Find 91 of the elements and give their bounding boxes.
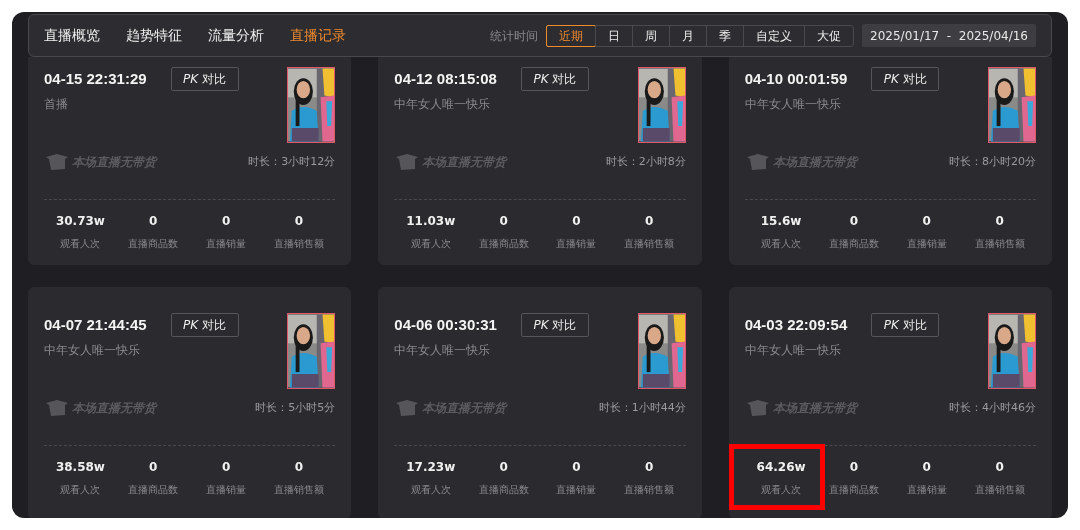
period-tab[interactable]: 近期 — [546, 24, 597, 47]
stat-value: 11.03w — [406, 213, 456, 230]
stat-value: 17.23w — [406, 459, 456, 476]
stat-value: 0 — [849, 213, 859, 230]
stat-label: 直播销售额 — [974, 237, 1025, 251]
stat-value: 0 — [922, 459, 931, 476]
duration: 时长：2小时8分 — [605, 153, 686, 170]
duration: 时长：1小时44分 — [598, 399, 686, 416]
stat-label: 观看人次 — [761, 237, 802, 251]
nav-tab[interactable]: 趋势特征 — [126, 25, 182, 46]
stat-value: 0 — [922, 213, 931, 230]
stat-value: 0 — [995, 459, 1004, 476]
date-range[interactable]: 2025/01/17 - 2025/04/16 — [862, 24, 1036, 47]
box-icon — [396, 154, 419, 170]
stat-value: 30.73w — [55, 213, 105, 230]
box-icon — [746, 400, 769, 416]
stat-label: 直播销售额 — [273, 483, 324, 497]
nav-tab[interactable]: 直播记录 — [290, 25, 346, 46]
stat-label: 直播商品数 — [128, 483, 179, 497]
stat-label: 直播销量 — [906, 237, 947, 251]
live-time: 04-12 08:15:08 — [394, 68, 497, 89]
period-tab[interactable]: 月 — [669, 25, 707, 46]
stat-value: 0 — [645, 459, 654, 476]
pk-compare-button[interactable]: PK 对比 — [520, 67, 589, 91]
period-tab[interactable]: 周 — [632, 25, 670, 46]
stat-label: 直播销量 — [206, 483, 247, 497]
box-icon — [396, 400, 419, 416]
stat-value: 0 — [572, 213, 581, 230]
period-label: 统计时间 — [490, 27, 539, 45]
period-tab[interactable]: 季 — [706, 25, 744, 46]
stat-label: 直播销售额 — [624, 237, 675, 251]
live-subtitle: 中年女人唯一快乐 — [394, 96, 492, 113]
duration: 时长：3小时12分 — [248, 153, 336, 170]
period-tab[interactable]: 自定义 — [743, 25, 805, 46]
stat-label: 直播商品数 — [478, 237, 529, 251]
duration: 时长：8小时20分 — [949, 153, 1036, 170]
live-time: 04-10 00:01:59 — [744, 68, 848, 89]
stat-value: 64.26w — [756, 459, 806, 476]
pk-compare-button[interactable]: PK 对比 — [871, 313, 940, 337]
nav-tab[interactable]: 直播概览 — [44, 25, 100, 46]
stat-label: 直播销量 — [556, 483, 597, 497]
stat-value: 0 — [294, 213, 304, 230]
box-icon — [46, 400, 68, 416]
stat-value: 0 — [572, 459, 581, 476]
live-subtitle: 中年女人唯一快乐 — [744, 96, 842, 113]
stat-label: 观看人次 — [60, 237, 101, 251]
live-subtitle: 中年女人唯一快乐 — [394, 342, 492, 359]
stat-label: 观看人次 — [410, 483, 451, 497]
live-subtitle: 首播 — [44, 96, 69, 113]
stat-value: 0 — [294, 459, 304, 476]
stat-label: 直播销量 — [906, 483, 947, 497]
period-tab[interactable]: 日 — [595, 25, 633, 46]
stat-label: 直播商品数 — [828, 237, 879, 251]
stat-label: 观看人次 — [60, 483, 101, 497]
stat-label: 直播销售额 — [624, 483, 675, 497]
nav-tab[interactable]: 流量分析 — [208, 25, 264, 46]
stat-label: 直播商品数 — [478, 483, 529, 497]
period-tab[interactable]: 大促 — [804, 25, 854, 46]
stat-value: 0 — [499, 459, 508, 476]
live-time: 04-07 21:44:45 — [44, 314, 147, 335]
duration: 时长：4小时46分 — [949, 399, 1036, 416]
stat-value: 0 — [149, 459, 158, 476]
stat-label: 观看人次 — [410, 237, 451, 251]
live-time: 04-06 00:30:31 — [394, 314, 497, 335]
stat-label: 直播销量 — [556, 237, 597, 251]
live-time: 04-03 22:09:54 — [744, 314, 848, 335]
stat-label: 直播销售额 — [273, 237, 324, 251]
live-subtitle: 中年女人唯一快乐 — [744, 342, 842, 359]
stat-label: 直播商品数 — [828, 483, 879, 497]
live-time: 04-15 22:31:29 — [44, 68, 147, 89]
box-icon — [746, 154, 769, 170]
stat-label: 直播销量 — [206, 237, 247, 251]
pk-compare-button[interactable]: PK 对比 — [871, 67, 940, 91]
stat-value: 38.58w — [55, 459, 105, 476]
pk-compare-button[interactable]: PK 对比 — [170, 67, 239, 91]
stat-value: 15.6w — [760, 213, 802, 230]
pk-compare-button[interactable]: PK 对比 — [520, 313, 589, 337]
stat-value: 0 — [221, 459, 231, 476]
stat-label: 直播商品数 — [128, 237, 179, 251]
stat-value: 0 — [499, 213, 508, 230]
pk-compare-button[interactable]: PK 对比 — [170, 313, 239, 337]
live-subtitle: 中年女人唯一快乐 — [44, 342, 141, 359]
stat-label: 观看人次 — [761, 483, 802, 497]
stat-value: 0 — [849, 459, 859, 476]
stat-label: 直播销售额 — [974, 483, 1025, 497]
stat-value: 0 — [221, 213, 231, 230]
duration: 时长：5小时5分 — [255, 399, 336, 416]
stat-value: 0 — [149, 213, 158, 230]
stat-value: 0 — [645, 213, 654, 230]
stat-value: 0 — [995, 213, 1004, 230]
box-icon — [46, 154, 68, 170]
